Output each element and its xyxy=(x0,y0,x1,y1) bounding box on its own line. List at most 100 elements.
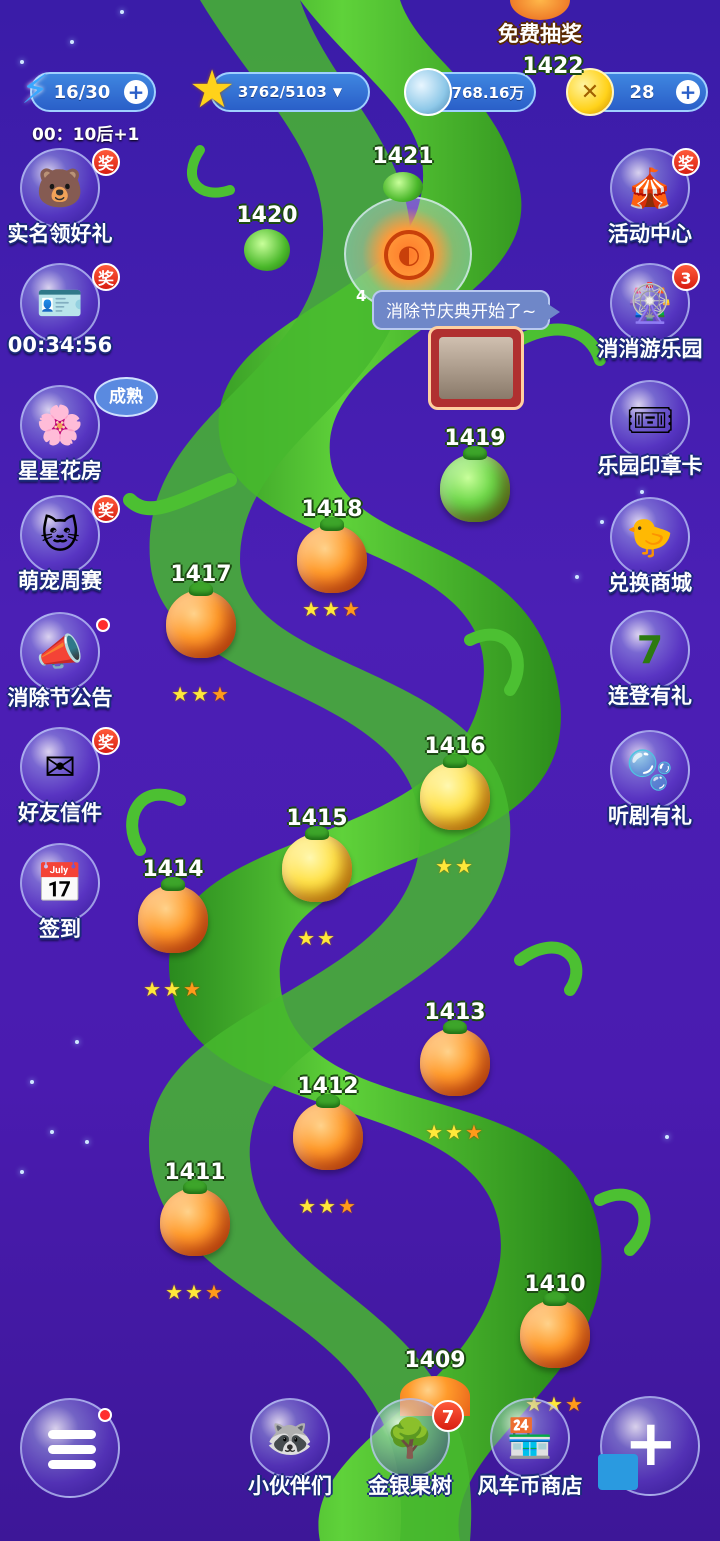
cat-icon: 🐱 xyxy=(20,495,100,575)
gold-fruit-icon xyxy=(420,754,490,830)
left-menu-label: 好友信件 xyxy=(18,801,102,825)
lottery-wheel-icon xyxy=(510,0,570,20)
left-menu-item-realname[interactable]: 🐻 奖 实名领好礼 xyxy=(8,148,120,258)
nav-label: 金银果树 xyxy=(368,1474,452,1498)
level-stars: ★★★ xyxy=(302,597,362,621)
add-ticket-button[interactable]: + xyxy=(676,80,700,104)
level-node[interactable]: 1416 ★★ xyxy=(410,734,500,878)
orange-fruit-icon xyxy=(420,1020,490,1096)
level-node[interactable]: 1417 ★★★ xyxy=(156,562,246,706)
right-menu-label: 乐园印章卡 xyxy=(597,454,703,478)
megaphone-icon: 📣 xyxy=(20,612,100,692)
current-level-marker: 4 xyxy=(356,287,367,305)
level-stars: ★★★ xyxy=(171,682,231,706)
left-menu-item-pet-weekly[interactable]: 🐱 奖 萌宠周赛 xyxy=(10,495,120,605)
seven-icon: 7 xyxy=(610,610,690,690)
shop-icon: 🏪 xyxy=(490,1398,570,1478)
gift-box-icon xyxy=(598,1454,638,1490)
star-flower-icon: 🌸 xyxy=(20,385,100,465)
nav-item-money-tree[interactable]: 🌳 7 金银果树 xyxy=(350,1398,470,1508)
avatar-photo xyxy=(439,337,513,399)
level-number: 1422 xyxy=(522,54,584,79)
fish-emblem-icon: ◐ xyxy=(384,230,434,280)
left-menu-label: 实名领好礼 xyxy=(7,222,113,246)
level-node[interactable]: 1410 ★★★ xyxy=(510,1272,600,1416)
star-progress-value: 3762/5103 xyxy=(237,83,327,101)
green-fruit-icon xyxy=(383,172,423,202)
level-node[interactable]: 1419 xyxy=(430,426,520,556)
lightning-icon: ⚡ xyxy=(20,67,50,113)
notification-dot xyxy=(98,1408,112,1422)
level-stars: ★★★ xyxy=(298,1194,358,1218)
green-fruit-icon xyxy=(244,229,290,271)
level-stars: ★★★ xyxy=(143,977,203,1001)
ticket-value: 28 xyxy=(629,81,655,103)
orange-fruit-icon xyxy=(166,582,236,658)
level-node[interactable]: 1415 ★★ xyxy=(272,806,362,950)
left-menu-label: 星星花房 xyxy=(18,459,102,483)
right-menu-item-exchange-shop[interactable]: 🐤 兑换商城 xyxy=(600,497,700,607)
blue-character-icon: 🫧 xyxy=(610,730,690,810)
left-menu-item-announcement[interactable]: 📣 消除节公告 xyxy=(8,612,113,722)
gold-fruit-icon xyxy=(282,826,352,902)
envelope-icon: ✉ xyxy=(20,727,100,807)
energy-timer: 00：10后+1 xyxy=(32,125,140,145)
right-menu-item-stamp-card[interactable]: 🎟 乐园印章卡 xyxy=(598,380,703,490)
orange-fruit-icon xyxy=(160,1180,230,1256)
right-menu-item-park[interactable]: 🎡 3 消消游乐园 xyxy=(598,263,703,373)
left-menu-item-timer[interactable]: 🪪 奖 00:34:56 xyxy=(8,263,120,373)
silver-coin-icon xyxy=(404,68,452,116)
left-menu-label: 消除节公告 xyxy=(7,686,113,710)
reward-badge: 奖 xyxy=(92,148,120,176)
right-menu-item-login-gift[interactable]: 7 连登有礼 xyxy=(600,610,700,720)
id-card-icon: 🪪 xyxy=(20,263,100,343)
left-menu-item-flower-house[interactable]: 🌸 成熟 星星花房 xyxy=(10,377,158,495)
right-menu-label: 连登有礼 xyxy=(608,684,692,708)
left-menu-item-checkin[interactable]: 📅 签到 xyxy=(10,843,110,953)
energy-value: 16/30 xyxy=(53,81,111,103)
mature-badge: 成熟 xyxy=(94,377,158,417)
level-node[interactable]: 1412 ★★★ xyxy=(283,1074,373,1218)
orange-fruit-icon xyxy=(293,1094,363,1170)
nav-item-friends[interactable]: 🦝 小伙伴们 xyxy=(230,1398,350,1508)
level-node[interactable]: 1418 ★★★ xyxy=(287,497,377,627)
right-menu-label: 活动中心 xyxy=(608,222,692,246)
left-menu-label: 00:34:56 xyxy=(7,333,113,357)
menu-list-icon xyxy=(48,1430,96,1470)
orange-fruit-icon xyxy=(297,517,367,593)
notification-dot xyxy=(96,618,110,632)
level-stars: ★★ xyxy=(297,926,337,950)
level-node[interactable]: 1421 xyxy=(358,144,448,204)
reward-badge: 奖 xyxy=(92,727,120,755)
right-menu-item-audio-drama[interactable]: 🫧 听剧有礼 xyxy=(600,730,700,840)
orange-fruit-icon xyxy=(138,877,208,953)
star-icon: ★ xyxy=(188,60,236,120)
green-fruit-icon xyxy=(440,446,510,522)
reward-badge: 奖 xyxy=(92,495,120,523)
level-stars: ★★★ xyxy=(425,1120,485,1144)
level-node[interactable]: 1411 ★★★ xyxy=(150,1160,240,1304)
level-node[interactable]: 1414 ★★★ xyxy=(128,857,218,1001)
add-energy-button[interactable]: + xyxy=(124,80,148,104)
left-menu-label: 签到 xyxy=(39,917,81,941)
reward-badge: 奖 xyxy=(92,263,120,291)
main-menu-button[interactable] xyxy=(20,1398,120,1498)
level-node[interactable]: 1413 ★★★ xyxy=(410,1000,500,1144)
bear-coin-icon: 🐻 xyxy=(20,148,100,228)
dropdown-triangle-icon: ▼ xyxy=(332,85,343,99)
reward-badge: 奖 xyxy=(672,148,700,176)
stamp-card-icon: 🎟 xyxy=(610,380,690,460)
right-menu-label: 听剧有礼 xyxy=(608,804,692,828)
left-menu-item-friend-mail[interactable]: ✉ 奖 好友信件 xyxy=(10,727,120,837)
nav-item-windmill-shop[interactable]: 🏪 风车币商店 xyxy=(470,1398,590,1508)
orange-fruit-icon xyxy=(520,1292,590,1368)
nav-label: 风车币商店 xyxy=(477,1474,583,1498)
expand-more-button[interactable]: + xyxy=(598,1396,700,1496)
player-avatar[interactable] xyxy=(428,326,524,410)
count-badge: 3 xyxy=(672,263,700,291)
level-node[interactable]: 1422 xyxy=(508,54,598,84)
level-node[interactable]: 1420 xyxy=(222,203,312,283)
level-number: 1421 xyxy=(372,144,434,169)
right-menu-item-activity-center[interactable]: 🎪 奖 活动中心 xyxy=(600,148,700,258)
free-lottery-banner[interactable]: 免费抽奖 xyxy=(470,0,610,46)
